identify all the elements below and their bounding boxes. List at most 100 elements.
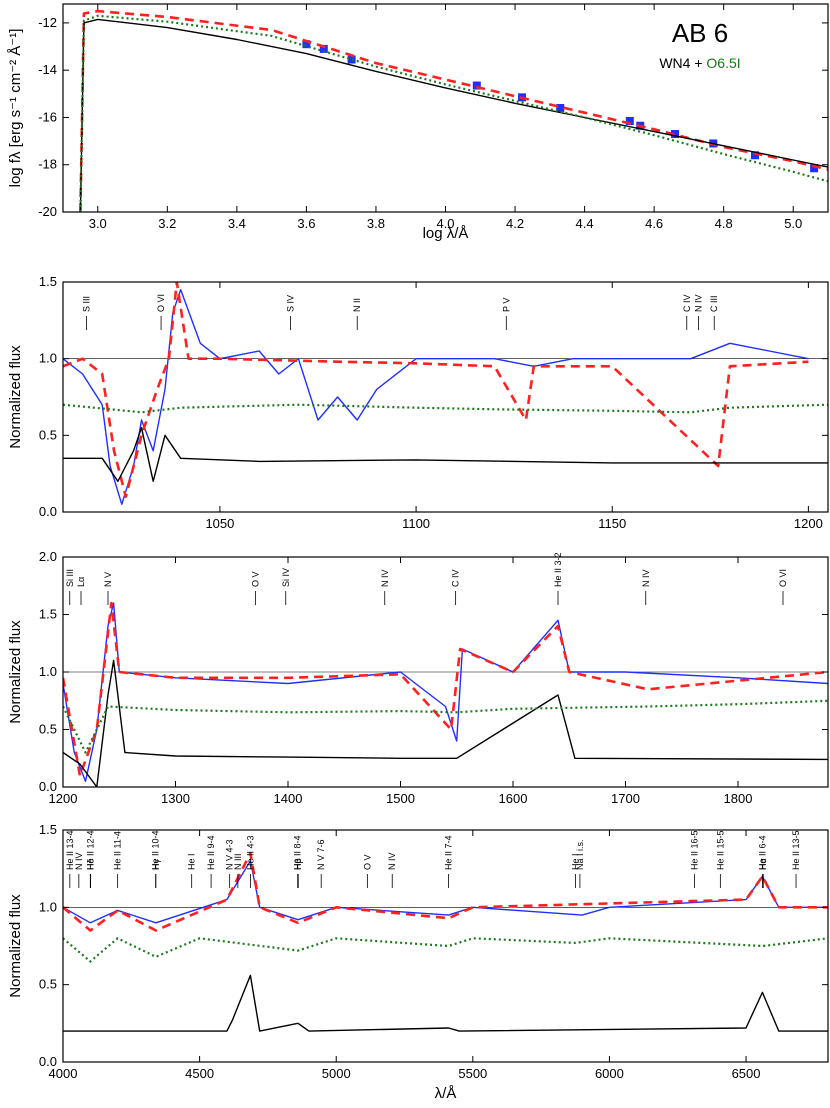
x-axis-label: log λ/Å bbox=[423, 225, 469, 242]
line-id-label: C III bbox=[709, 295, 719, 312]
line-id-label: He II 11-4 bbox=[113, 831, 123, 870]
line-id-label: O V bbox=[250, 571, 260, 587]
series-line bbox=[63, 937, 828, 963]
chart-panel-2: 1050 1100 1150 1200 0.0 0.5 1.0 1.5 Normalized f… bbox=[7, 274, 829, 531]
y-tick-label: 1.5 bbox=[39, 274, 57, 289]
series-line bbox=[63, 974, 828, 1032]
x-tick-label: 5000 bbox=[322, 1066, 351, 1081]
series-group bbox=[63, 282, 828, 505]
line-id-label: Hβ bbox=[293, 858, 303, 870]
spectral-figure: 3.0 3.2 3.4 3.6 3.8 4.0 4.2 4.4 4.6 4.8 5.0-20-18-… bbox=[7, 3, 829, 1102]
x-tick-label: 4.6 bbox=[645, 216, 663, 231]
line-id-label: O VI bbox=[778, 569, 788, 587]
x-tick-label: 1150 bbox=[598, 516, 626, 531]
x-tick-label: 3.4 bbox=[228, 216, 246, 231]
line-id-label: Si III bbox=[65, 569, 75, 587]
x-tick-label: 5.0 bbox=[784, 216, 802, 231]
x-tick-label: 1800 bbox=[724, 791, 753, 806]
y-tick-label: 1.0 bbox=[39, 351, 57, 366]
x-tick-label: 1400 bbox=[274, 791, 303, 806]
line-id-label: N IV bbox=[694, 294, 704, 312]
series-line bbox=[63, 427, 828, 482]
line-id-label: S IV bbox=[286, 295, 296, 312]
series-line bbox=[63, 601, 828, 777]
line-id-label: O V bbox=[362, 854, 372, 870]
series-group bbox=[63, 601, 828, 787]
line-id-label: N IV bbox=[387, 852, 397, 870]
series-line bbox=[63, 289, 809, 505]
line-id-label: Hγ bbox=[151, 859, 161, 870]
line-id-label: Hα bbox=[758, 858, 768, 870]
x-tick-label: 4.2 bbox=[506, 216, 524, 231]
y-tick-label: 0.0 bbox=[39, 1054, 57, 1069]
line-id-label: N V bbox=[103, 572, 113, 587]
line-id-label: N IV bbox=[74, 852, 84, 870]
subtitle-part: WN4 bbox=[659, 55, 690, 71]
y-tick-label: -16 bbox=[38, 109, 57, 124]
series-line bbox=[79, 18, 828, 212]
x-tick-label: 4500 bbox=[185, 1066, 214, 1081]
y-tick-label: 1.0 bbox=[39, 899, 57, 914]
series-line bbox=[63, 403, 828, 414]
y-tick-label: -14 bbox=[38, 62, 57, 77]
line-id-label: He II 4-3 bbox=[245, 835, 255, 870]
y-tick-label: 1.5 bbox=[39, 607, 57, 622]
line-id-label: C IV bbox=[682, 294, 692, 312]
plot-frame bbox=[62, 281, 829, 513]
line-id-label: He I bbox=[187, 853, 197, 870]
x-tick-label: 1100 bbox=[402, 516, 430, 531]
chart-subtitle: WN4 + O6.5I bbox=[659, 55, 740, 71]
x-tick-label: 1600 bbox=[499, 791, 528, 806]
chart-title: AB 6 bbox=[672, 18, 728, 48]
y-tick-label: -12 bbox=[38, 15, 57, 30]
line-id-label: N IV bbox=[380, 569, 390, 587]
y-tick-label: -18 bbox=[38, 157, 57, 172]
subtitle-part: + bbox=[690, 55, 706, 71]
line-id-label: N II bbox=[352, 298, 362, 312]
x-axis-label: λ/Å bbox=[435, 1085, 457, 1102]
y-axis-label: Normalized flux bbox=[7, 894, 24, 998]
x-tick-label: 1300 bbox=[161, 791, 190, 806]
series-line bbox=[63, 282, 809, 498]
line-id-label: S III bbox=[82, 296, 92, 312]
chart-panel-1: 3.0 3.2 3.4 3.6 3.8 4.0 4.2 4.4 4.6 4.8 5.0-20-18-… bbox=[7, 3, 829, 242]
y-tick-label: 0.5 bbox=[39, 427, 57, 442]
y-tick-label: 0.0 bbox=[39, 779, 57, 794]
x-tick-label: 6000 bbox=[595, 1066, 624, 1081]
series-group bbox=[63, 851, 828, 1032]
x-tick-label: 5500 bbox=[458, 1066, 487, 1081]
line-id-label: P V bbox=[501, 298, 511, 312]
x-tick-label: 3.6 bbox=[297, 216, 315, 231]
line-id-label: Lα bbox=[76, 577, 86, 587]
x-tick-label: 4.4 bbox=[576, 216, 594, 231]
chart-panel-3: 1200 1300 1400 1500 1600 1700 18000.00.51.01.5… bbox=[7, 549, 829, 806]
x-tick-label: 1050 bbox=[205, 516, 234, 531]
y-axis-label: log fλ [erg s⁻¹ cm⁻² Å⁻¹] bbox=[7, 29, 24, 188]
line-id-label: O VI bbox=[156, 294, 166, 312]
line-id-label: He II 7-4 bbox=[444, 835, 454, 870]
x-tick-label: 3.2 bbox=[158, 216, 176, 231]
x-tick-label: 1700 bbox=[611, 791, 640, 806]
y-tick-label: 1.0 bbox=[39, 664, 57, 679]
y-tick-label: 1.5 bbox=[39, 822, 57, 837]
chart-panel-4: 4000 4500 5000 5500 6000 65000.00.51.01.5λ/ÅN… bbox=[7, 822, 829, 1102]
line-id-label: He II 15-5 bbox=[715, 830, 725, 870]
line-id-label: He II 16-5 bbox=[689, 830, 699, 870]
line-id-label: He II 3-2 bbox=[553, 552, 563, 587]
line-id-label: Si IV bbox=[281, 568, 291, 587]
line-id-label: Hδ bbox=[86, 858, 96, 870]
x-tick-label: 1200 bbox=[794, 516, 823, 531]
x-tick-label: 4.8 bbox=[715, 216, 733, 231]
y-tick-label: 0.0 bbox=[39, 504, 57, 519]
line-id-label: Na I i.s. bbox=[575, 839, 585, 870]
x-tick-label: 1500 bbox=[386, 791, 415, 806]
x-tick-label: 3.8 bbox=[367, 216, 385, 231]
line-id-label: He II 13-5 bbox=[791, 830, 801, 870]
subtitle-part: O6.5I bbox=[706, 55, 740, 71]
y-tick-label: 0.5 bbox=[39, 977, 57, 992]
y-axis-label: Normalized flux bbox=[7, 620, 24, 724]
line-id-label: N IV bbox=[641, 569, 651, 587]
y-tick-label: 2.0 bbox=[39, 549, 57, 564]
y-tick-label: 0.5 bbox=[39, 722, 57, 737]
line-id-label: He II 9-4 bbox=[206, 835, 216, 870]
